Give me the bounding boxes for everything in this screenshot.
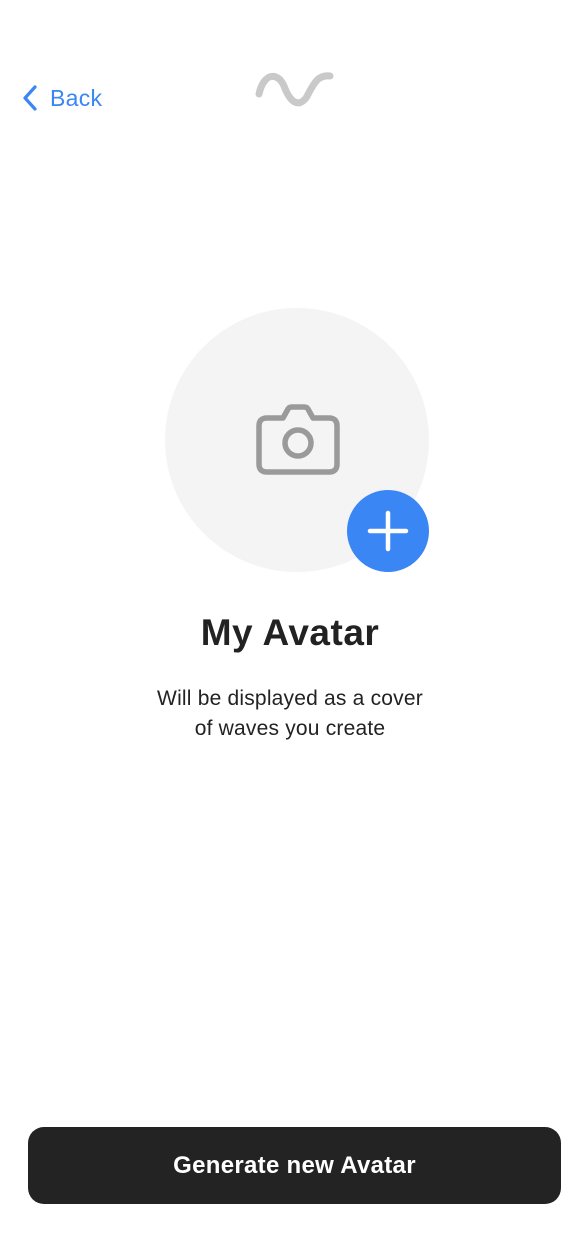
avatar-screen: Back My Avatar Will be displayed as a co… [0,0,580,1256]
subtitle-line: of waves you create [194,717,386,740]
subtitle-line: Will be displayed as a cover [157,687,423,710]
plus-icon [367,510,409,552]
page-title: My Avatar [200,612,380,653]
back-label: Back [50,84,103,111]
chevron-left-icon [23,85,37,111]
back-button[interactable]: Back [22,82,102,114]
wave-logo-icon [255,72,334,107]
page-subtitle: Will be displayed as a cover of waves yo… [0,684,580,744]
generate-avatar-button[interactable]: Generate new Avatar [28,1127,561,1204]
avatar-picker[interactable] [165,308,429,572]
add-photo-button[interactable] [347,490,429,572]
camera-icon [256,404,340,475]
